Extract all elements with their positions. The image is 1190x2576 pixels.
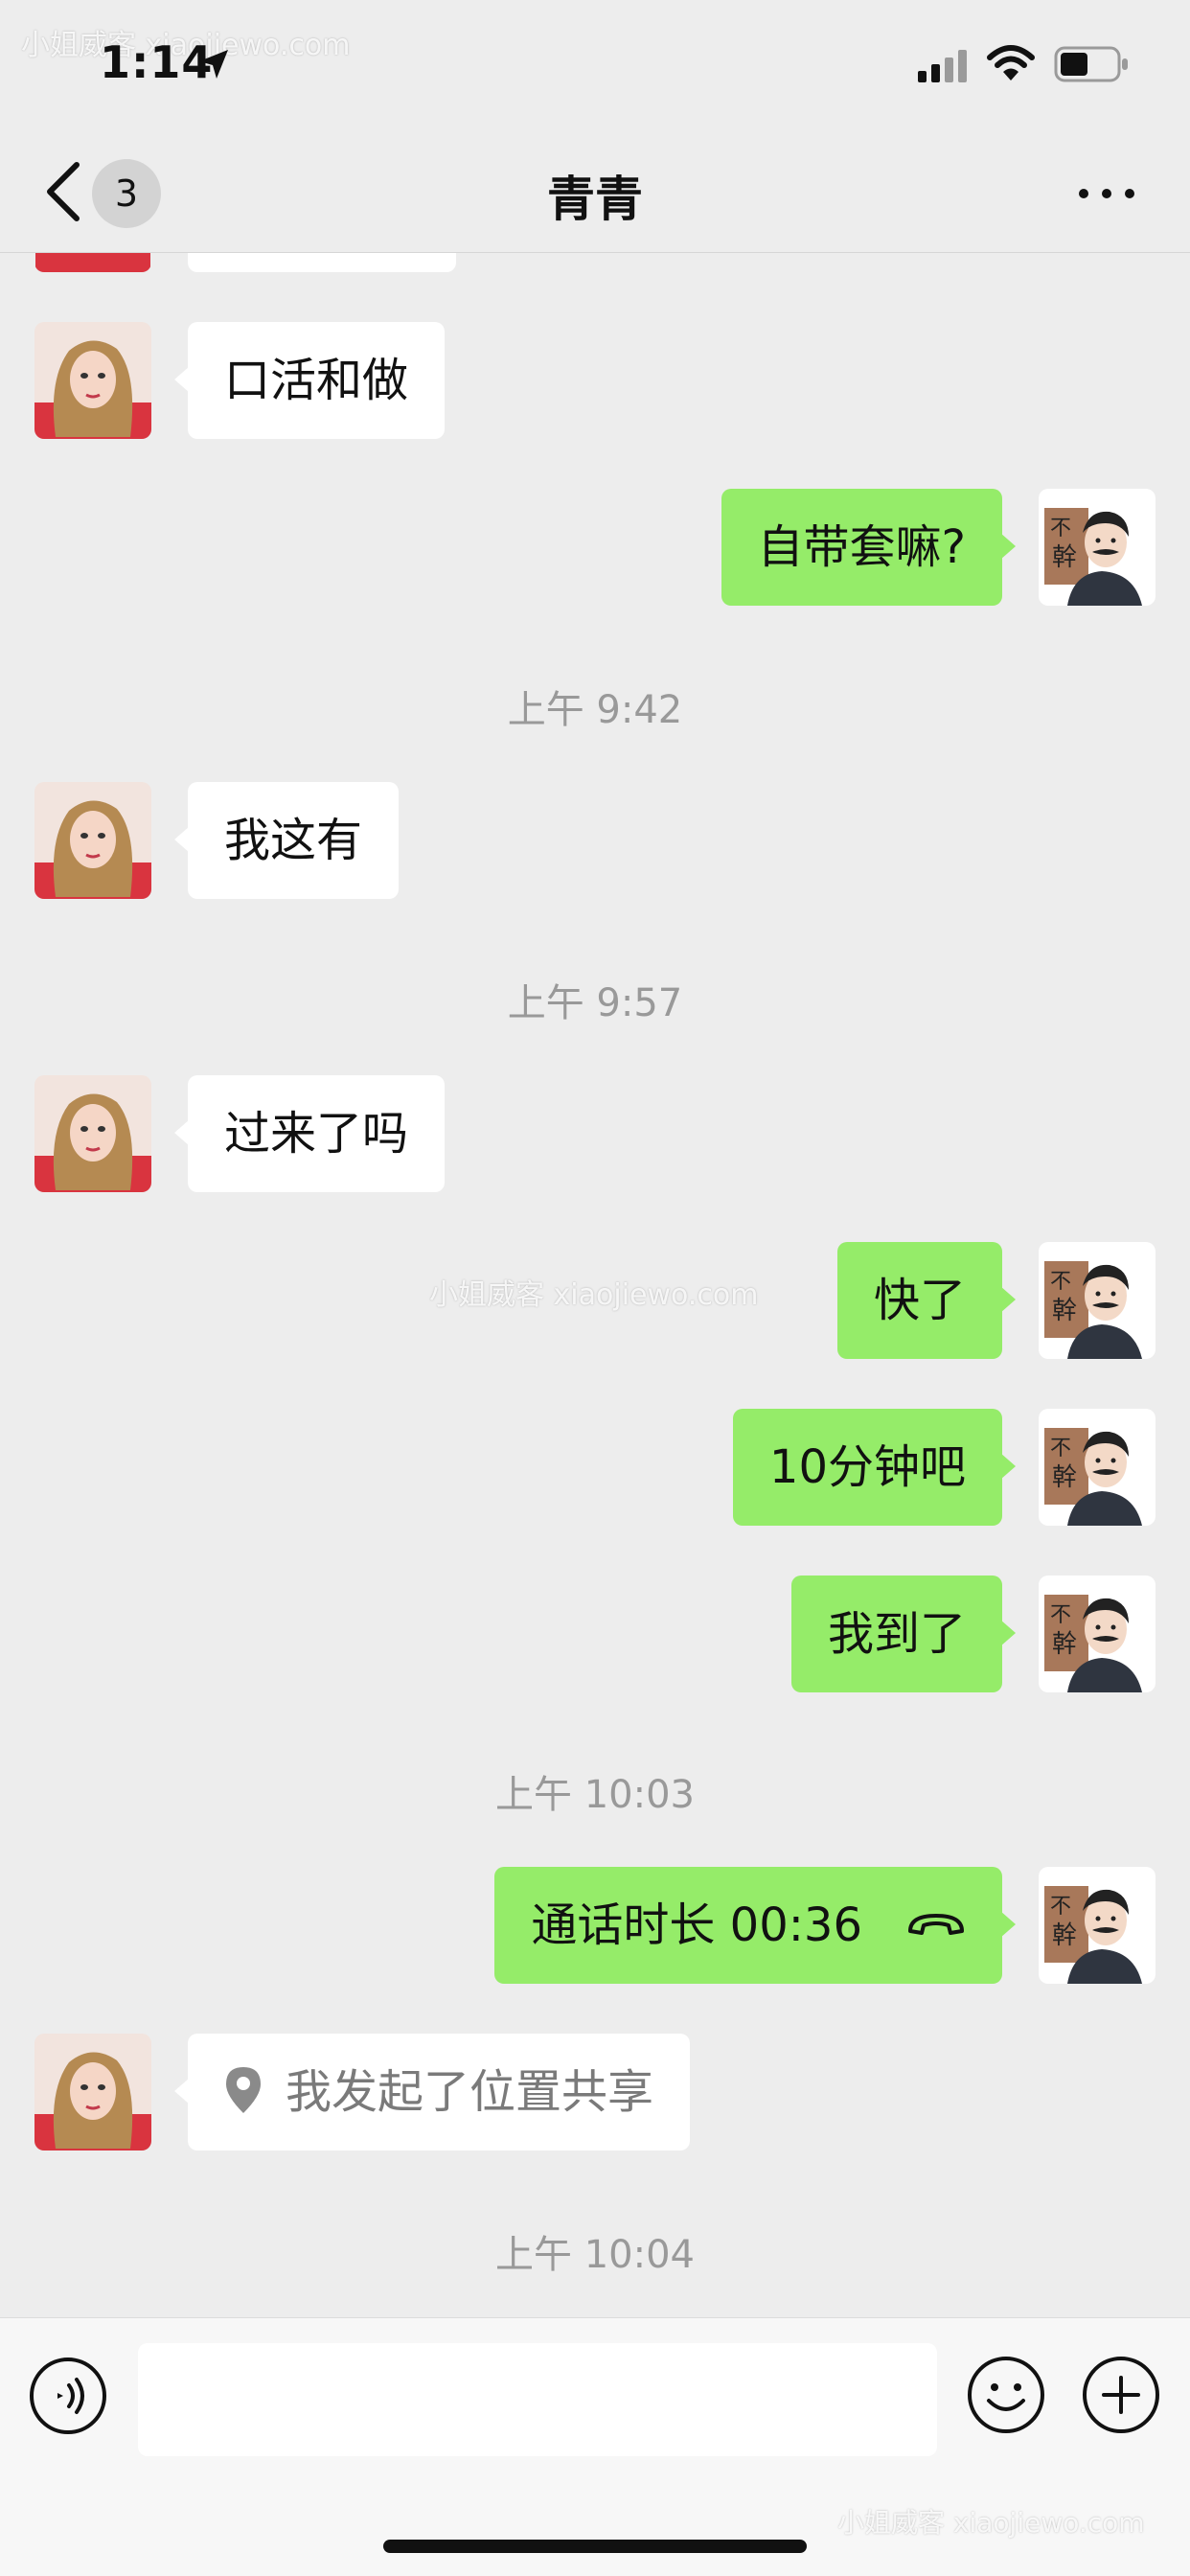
more-dot-icon — [1079, 189, 1088, 198]
status-time: 1:14 — [100, 36, 214, 88]
watermark: 小姐威客 xiaojiewo.com — [429, 1278, 759, 1312]
my-avatar[interactable]: 不 幹 — [1039, 1867, 1156, 1984]
message-bubble[interactable]: 口活和做 — [173, 322, 446, 439]
message-bubble[interactable]: 过来了吗 — [173, 1075, 446, 1192]
more-dot-icon — [1102, 189, 1111, 198]
watermark: 小姐威客 xiaojiewo.com — [837, 2507, 1145, 2539]
location-share-text: 我发起了位置共享 — [286, 2065, 654, 2119]
svg-text:幹: 幹 — [1052, 1463, 1077, 1492]
contact-avatar[interactable] — [34, 1075, 151, 1192]
home-indicator[interactable] — [383, 2540, 807, 2553]
message-bubble[interactable]: 快了 — [836, 1242, 1017, 1359]
more-options-button[interactable] — [1079, 178, 1136, 207]
call-duration-text: 通话时长 00:36 — [531, 1898, 862, 1952]
cellular-signal-icon — [918, 50, 967, 82]
my-avatar[interactable]: 不 幹 — [1039, 1242, 1156, 1359]
message-timestamp: 上午 10:03 — [495, 1773, 695, 1817]
call-record-bubble[interactable]: 通话时长 00:36 — [494, 1867, 1016, 1984]
svg-text:不: 不 — [1050, 517, 1071, 540]
message-bubble[interactable]: 10分钟吧 — [732, 1409, 1017, 1526]
more-dot-icon — [1125, 189, 1134, 198]
message-timestamp: 上午 9:42 — [507, 688, 683, 732]
message-timestamp: 上午 10:04 — [495, 2233, 695, 2277]
chat-screen: 小姐威客 xiaojiewo.com 1:14 3 青青 口活和做 自带套嘛? … — [0, 0, 1190, 2576]
chat-input-bar: 小姐威客 xiaojiewo.com — [0, 2317, 1190, 2576]
svg-text:幹: 幹 — [1052, 1297, 1077, 1325]
message-timestamp: 上午 9:57 — [507, 981, 683, 1025]
my-avatar[interactable]: 不 幹 — [1039, 1576, 1156, 1692]
svg-text:不: 不 — [1050, 1895, 1071, 1919]
contact-avatar[interactable] — [34, 782, 151, 899]
message-input[interactable] — [138, 2343, 937, 2456]
location-pin-icon — [226, 2067, 261, 2113]
message-bubble[interactable]: 我这有 — [173, 782, 400, 899]
message-bubble[interactable]: 我到了 — [790, 1576, 1017, 1692]
my-avatar[interactable]: 不 幹 — [1039, 489, 1156, 606]
location-share-bubble[interactable]: 我发起了位置共享 — [173, 2034, 691, 2150]
location-arrow-icon — [199, 50, 228, 79]
svg-text:幹: 幹 — [1052, 1630, 1077, 1659]
status-bar: 小姐威客 xiaojiewo.com 1:14 — [0, 0, 1190, 134]
emoji-button[interactable] — [966, 2355, 1046, 2435]
add-more-button[interactable] — [1081, 2355, 1161, 2435]
svg-text:不: 不 — [1050, 1437, 1071, 1460]
my-avatar[interactable]: 不 幹 — [1039, 1409, 1156, 1526]
svg-text:幹: 幹 — [1052, 543, 1077, 572]
message-bubble-partial — [188, 253, 456, 272]
message-bubble[interactable]: 自带套嘛? — [721, 489, 1017, 606]
svg-text:不: 不 — [1050, 1270, 1071, 1294]
wifi-icon — [987, 45, 1035, 80]
chat-title: 青青 — [547, 172, 643, 227]
svg-text:不: 不 — [1050, 1603, 1071, 1627]
chat-nav-bar: 3 青青 — [0, 134, 1190, 253]
svg-text:幹: 幹 — [1052, 1921, 1077, 1950]
contact-avatar[interactable] — [34, 2034, 151, 2150]
battery-icon — [1054, 46, 1128, 82]
voice-input-button[interactable] — [29, 2357, 107, 2435]
hang-up-icon — [908, 1914, 964, 1935]
contact-avatar[interactable] — [34, 322, 151, 439]
